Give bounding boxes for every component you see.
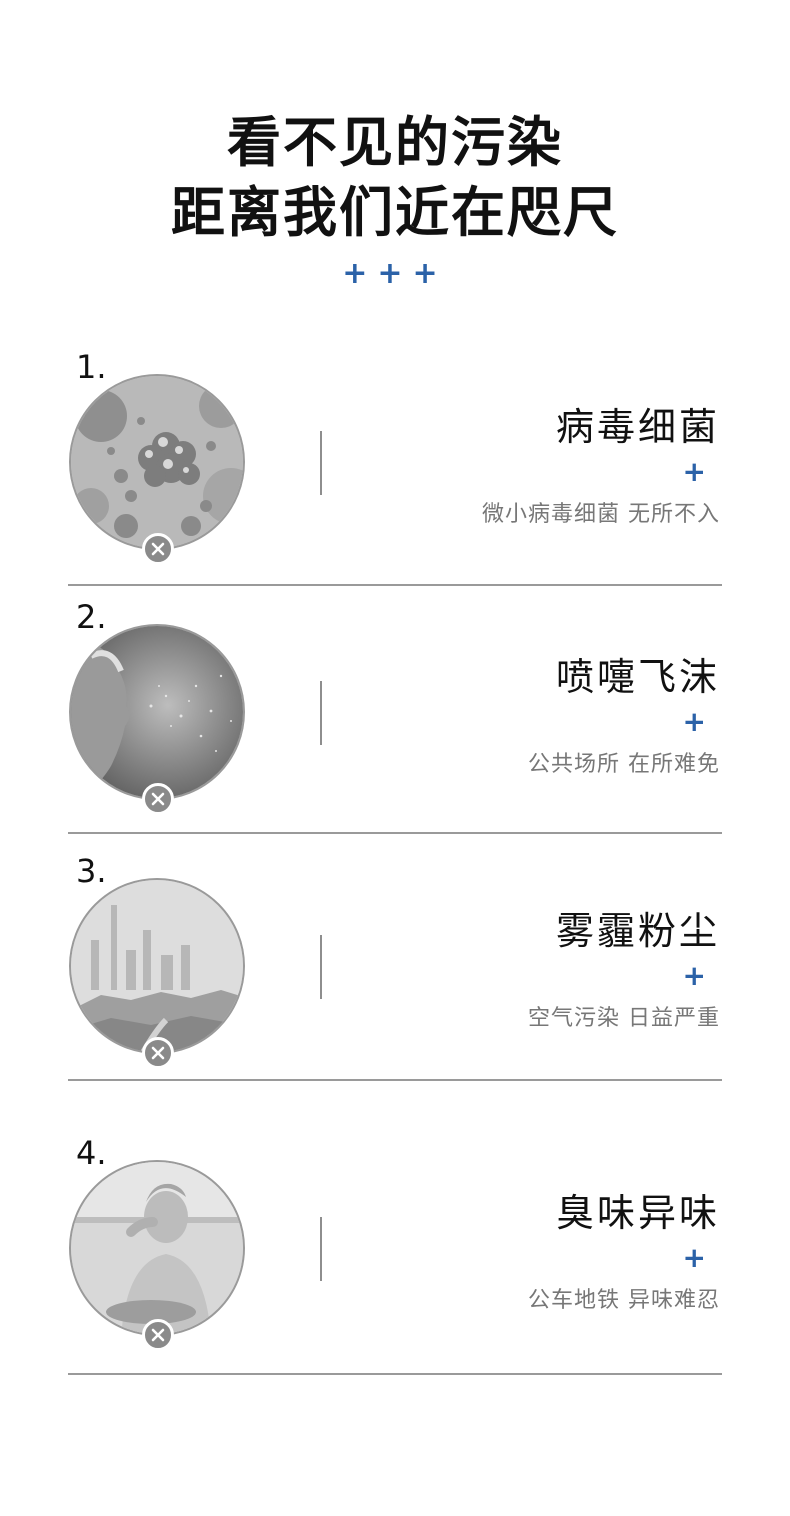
item-number: 4. — [76, 1134, 107, 1172]
close-icon — [142, 533, 174, 565]
vertical-divider — [320, 431, 322, 495]
plus-icon: + — [682, 1241, 706, 1274]
plus-icon: + — [682, 959, 706, 992]
list-item-sneeze: 2. 喷嚏飞沫 + 公共场所 在所难免 — [0, 598, 790, 838]
item-divider — [68, 1079, 722, 1081]
bad-smell-photo — [69, 1160, 245, 1336]
close-icon — [142, 1319, 174, 1351]
item-title: 雾霾粉尘 — [555, 909, 720, 953]
item-number: 2. — [76, 598, 107, 636]
sneeze-photo — [69, 624, 245, 800]
item-subtitle: 公车地铁 异味难忍 — [528, 1288, 720, 1313]
item-title: 病毒细菌 — [555, 405, 720, 449]
page-title-line-2: 距离我们近在咫尺 — [171, 181, 619, 244]
vertical-divider — [320, 1217, 322, 1281]
list-item-smog: 3. 雾霾粉尘 + 空气污染 日益严重 — [0, 852, 790, 1092]
item-subtitle: 公共场所 在所难免 — [528, 752, 720, 777]
item-subtitle: 空气污染 日益严重 — [528, 1006, 720, 1031]
plus-icon: + — [682, 705, 706, 738]
item-title: 臭味异味 — [555, 1191, 720, 1235]
item-subtitle: 微小病毒细菌 无所不入 — [482, 502, 720, 527]
bacteria-photo — [69, 374, 245, 550]
list-item-bad-smell: 4. 臭味异味 + 公车地铁 异味难忍 — [0, 1134, 790, 1374]
item-title: 喷嚏飞沫 — [555, 655, 720, 699]
smog-city-photo — [69, 878, 245, 1054]
item-divider — [68, 832, 722, 834]
vertical-divider — [320, 681, 322, 745]
item-divider — [68, 1373, 722, 1375]
item-divider — [68, 584, 722, 586]
close-icon — [142, 783, 174, 815]
close-icon — [142, 1037, 174, 1069]
item-number: 1. — [76, 348, 107, 386]
list-item-bacteria: 1. 病毒细菌 + 微小病毒细菌 无所不入 — [0, 348, 790, 588]
vertical-divider — [320, 935, 322, 999]
page-title-line-1: 看不见的污染 — [227, 111, 563, 174]
plus-icon: + — [682, 455, 706, 488]
title-decoration: +++ — [342, 256, 448, 291]
item-number: 3. — [76, 852, 107, 890]
